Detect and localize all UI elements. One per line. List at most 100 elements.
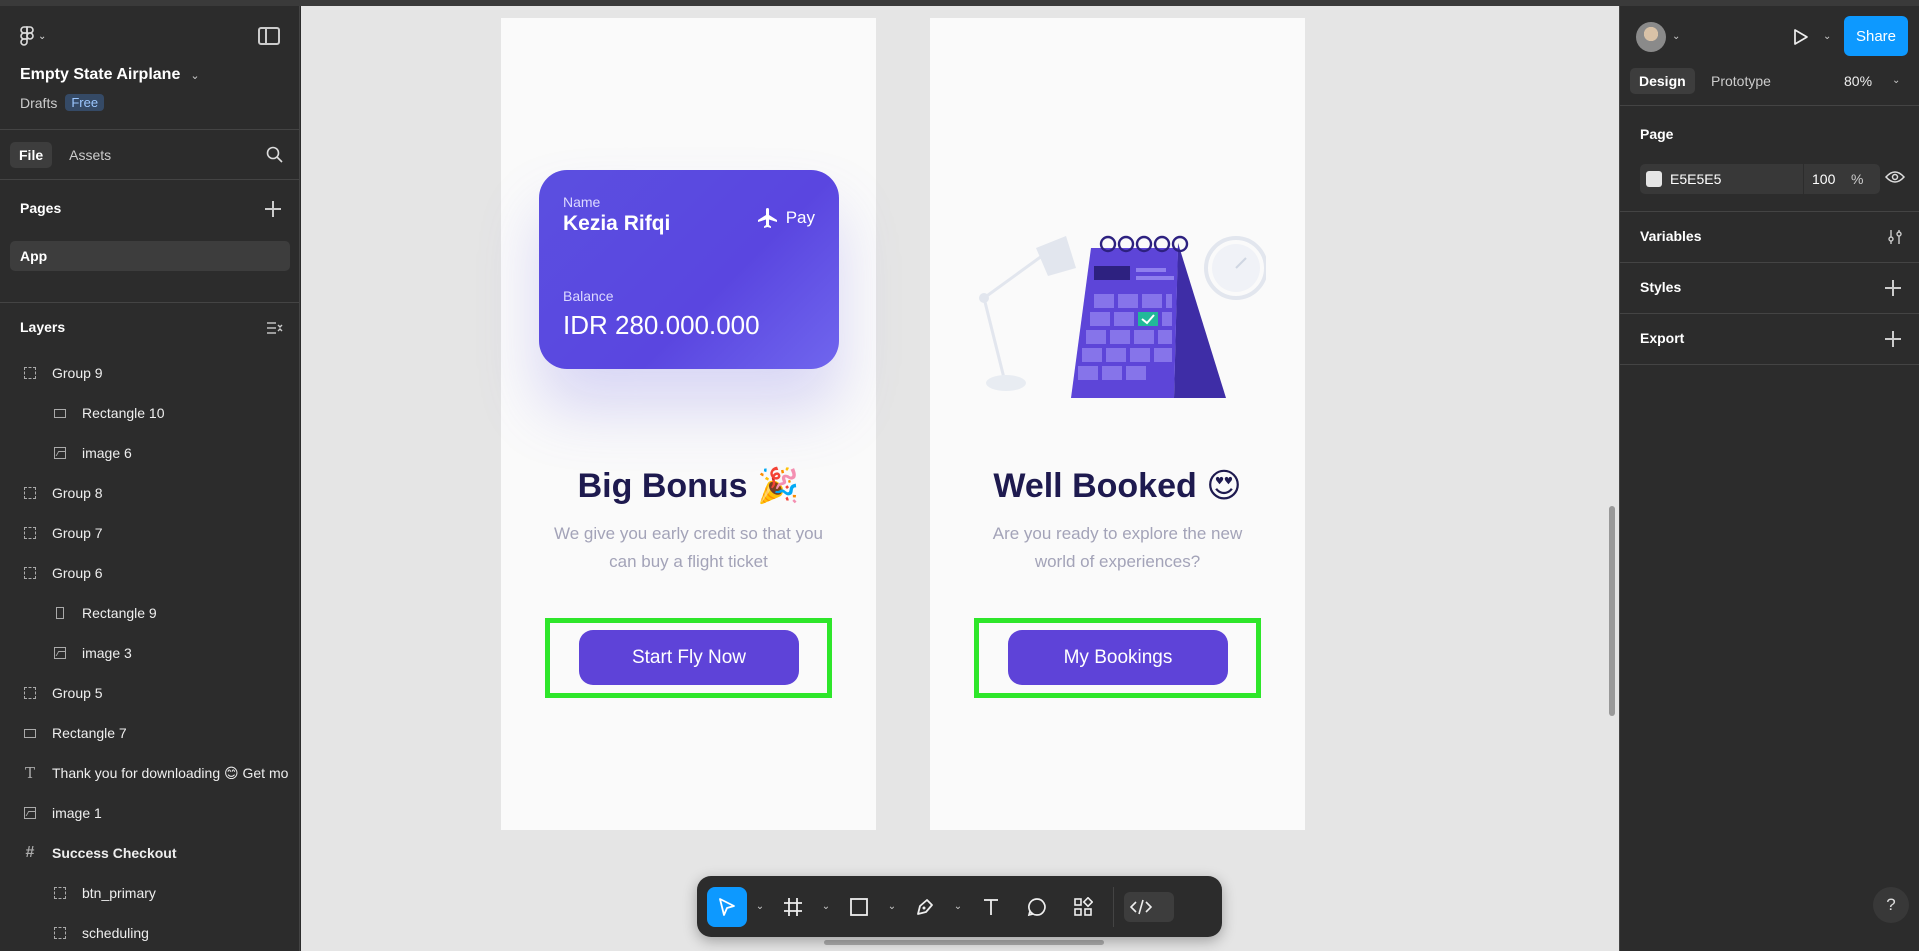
frame-icon: # (25, 844, 35, 861)
figma-logo-icon (20, 26, 34, 46)
frame-well-booked[interactable]: Well Booked 😍 Are you ready to explore t… (930, 18, 1305, 830)
page-section: Page E5E5E5 100 % (1620, 106, 1919, 212)
layer-item[interactable]: Group 5 (0, 673, 299, 713)
layers-header: Layers (0, 303, 299, 353)
payment-card[interactable]: Name Kezia Rifqi Pay Balance IDR 280.000… (539, 170, 839, 369)
export-section[interactable]: Export (1620, 314, 1919, 365)
layer-item[interactable]: btn_primary (0, 873, 299, 913)
layers-title: Layers (20, 319, 66, 335)
horizontal-scrollbar[interactable] (824, 940, 1104, 945)
zoom-level[interactable]: 80% (1844, 73, 1872, 89)
layer-item[interactable]: Rectangle 9 (0, 593, 299, 633)
layer-item[interactable]: Group 6 (0, 553, 299, 593)
chevron-down-icon[interactable]: ⌄ (819, 901, 833, 912)
layer-item[interactable]: image 6 (0, 433, 299, 473)
color-hex-input[interactable]: E5E5E5 (1670, 171, 1721, 187)
actions-button[interactable] (1063, 887, 1103, 927)
sidebar-toggle-icon[interactable] (258, 27, 280, 45)
styles-section[interactable]: Styles (1620, 263, 1919, 314)
layer-item[interactable]: Group 8 (0, 473, 299, 513)
design-canvas[interactable]: Name Kezia Rifqi Pay Balance IDR 280.000… (301, 6, 1619, 951)
share-button[interactable]: Share (1844, 16, 1908, 56)
tab-assets[interactable]: Assets (60, 142, 120, 168)
layer-item[interactable]: T Thank you for downloading 😊 Get mo (0, 753, 299, 793)
pay-label: Pay (785, 208, 815, 227)
page-background-fill[interactable]: E5E5E5 100 % (1640, 164, 1880, 194)
avatar[interactable] (1636, 22, 1666, 52)
layer-label: Rectangle 7 (52, 725, 127, 741)
rectangle-icon (52, 405, 68, 421)
add-export-icon[interactable] (1885, 331, 1901, 347)
opacity-input[interactable]: 100 (1812, 171, 1835, 187)
image-icon (52, 445, 68, 461)
components-icon (1074, 896, 1093, 916)
frame-big-bonus[interactable]: Name Kezia Rifqi Pay Balance IDR 280.000… (501, 18, 876, 830)
bottom-toolbar: ⌄ ⌄ ⌄ ⌄ (697, 876, 1222, 937)
layer-item[interactable]: Group 9 (0, 353, 299, 393)
help-button[interactable]: ? (1873, 887, 1909, 923)
layer-label: Group 7 (52, 525, 103, 541)
toolbar-divider (1113, 886, 1114, 927)
layer-label: image 1 (52, 805, 102, 821)
drafts-link[interactable]: Drafts (20, 95, 57, 111)
shape-tool-button[interactable] (839, 887, 879, 927)
chevron-down-icon[interactable]: ⌄ (1892, 75, 1900, 86)
layers-collapse-icon[interactable] (267, 321, 283, 335)
tab-file[interactable]: File (10, 141, 53, 168)
search-icon[interactable] (266, 146, 283, 163)
chevron-down-icon[interactable]: ⌄ (1823, 31, 1831, 42)
pen-tool-button[interactable] (905, 887, 945, 927)
layer-label: scheduling (82, 925, 149, 941)
eye-icon[interactable] (1885, 170, 1905, 184)
rectangle-icon (52, 605, 68, 621)
chevron-down-icon[interactable]: ⌄ (1672, 31, 1680, 42)
main-menu-button[interactable]: ⌄ (20, 26, 46, 46)
vertical-scrollbar[interactable] (1609, 506, 1615, 716)
text-tool-button[interactable] (971, 887, 1011, 927)
cursor-icon (719, 897, 735, 916)
page-item-app[interactable]: App (10, 241, 290, 271)
design-tabs: Design Prototype 80% ⌄ (1620, 62, 1919, 106)
right-header: ⌄ ⌄ Share (1620, 6, 1919, 56)
chevron-down-icon: ⌄ (190, 69, 200, 82)
group-icon (22, 525, 38, 541)
layer-item[interactable]: scheduling (0, 913, 299, 951)
percent-sign: % (1851, 171, 1864, 187)
color-swatch[interactable] (1646, 171, 1662, 187)
layer-item[interactable]: Rectangle 10 (0, 393, 299, 433)
layer-item[interactable]: # Success Checkout (0, 833, 299, 873)
group-icon (22, 365, 38, 381)
start-fly-now-button[interactable]: Start Fly Now (579, 630, 799, 685)
my-bookings-button[interactable]: My Bookings (1008, 630, 1228, 685)
variables-icon[interactable] (1887, 229, 1903, 245)
frame-description: Are you ready to explore the new world o… (992, 524, 1243, 571)
tab-prototype[interactable]: Prototype (1702, 68, 1780, 94)
left-sidebar: ⌄ Empty State Airplane ⌄ Drafts Free Fil… (0, 6, 300, 951)
layer-item[interactable]: image 3 (0, 633, 299, 673)
layer-label: Rectangle 9 (82, 605, 157, 621)
add-page-icon[interactable] (265, 201, 281, 217)
play-icon[interactable] (1792, 28, 1810, 46)
comment-tool-button[interactable] (1017, 887, 1057, 927)
move-tool-button[interactable] (707, 886, 747, 927)
card-balance: IDR 280.000.000 (563, 310, 760, 340)
layer-label: image 6 (82, 445, 132, 461)
add-style-icon[interactable] (1885, 280, 1901, 296)
chevron-down-icon[interactable]: ⌄ (753, 901, 767, 912)
tab-design[interactable]: Design (1630, 68, 1695, 94)
layer-label: Group 8 (52, 485, 103, 501)
rectangle-icon (22, 725, 38, 741)
text-icon (984, 898, 998, 915)
layer-item[interactable]: Rectangle 7 (0, 713, 299, 753)
project-title[interactable]: Empty State Airplane ⌄ (20, 66, 200, 84)
dev-mode-toggle[interactable] (1124, 891, 1174, 922)
chevron-down-icon[interactable]: ⌄ (885, 901, 899, 912)
card-balance-label: Balance (563, 288, 614, 304)
comment-icon (1027, 897, 1046, 916)
layer-item[interactable]: image 1 (0, 793, 299, 833)
variables-title: Variables (1640, 228, 1702, 244)
chevron-down-icon[interactable]: ⌄ (951, 901, 965, 912)
frame-tool-button[interactable] (773, 887, 813, 927)
layer-item[interactable]: Group 7 (0, 513, 299, 553)
variables-section[interactable]: Variables (1620, 212, 1919, 263)
